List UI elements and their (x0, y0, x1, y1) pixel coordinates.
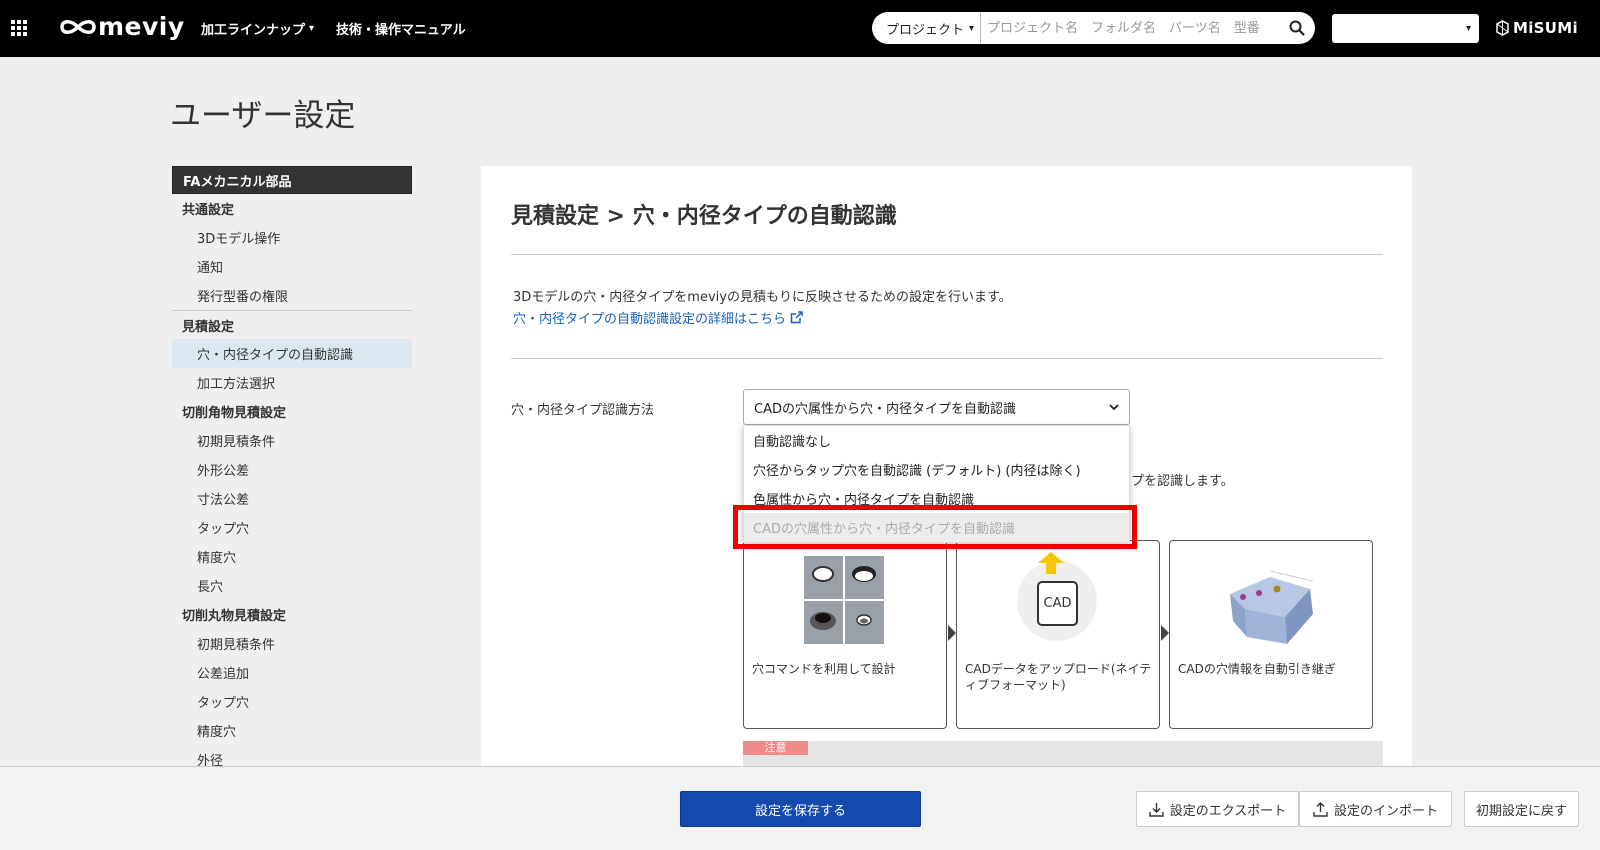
misumi-text: MiSUMi (1513, 19, 1578, 37)
search-scope-label: プロジェクト (886, 22, 965, 38)
footer-bar: 設定を保存する 設定のエクスポート 設定のインポート 初期設定に戻す (0, 766, 1600, 850)
sidebar-item-round-initial-conditions[interactable]: 初期見積条件 (172, 629, 412, 658)
cad-file-icon: CAD (1037, 581, 1078, 626)
export-settings-button[interactable]: 設定のエクスポート (1136, 791, 1299, 827)
recognition-method-select[interactable]: CADの穴属性から穴・内径タイプを自動認識 (743, 389, 1130, 425)
note-section: 注意 (743, 741, 1383, 766)
sidebar-group-round-machining: 切削丸物見積設定 (182, 609, 287, 624)
sidebar-group-square-machining: 切削角物見積設定 (182, 406, 287, 421)
top-bar: meviy 加工ラインナップ ▾ 技術・操作マニュアル プロジェクト ▾ ▾ M… (0, 0, 1600, 57)
search-input[interactable] (981, 12, 1279, 44)
reset-settings-label: 初期設定に戻す (1475, 803, 1567, 819)
details-link-text: 穴・内径タイプの自動認識設定の詳細はこちら (513, 312, 787, 327)
chevron-down-icon: ▾ (968, 22, 974, 34)
recognition-method-dropdown: 自動認識なし 穴径からタップ穴を自動認識 (デフォルト) (内径は除く) 色属性… (743, 425, 1130, 543)
sidebar-item-hole-recognition[interactable]: 穴・内径タイプの自動認識 (172, 339, 412, 368)
sidebar-item-part-number-permission[interactable]: 発行型番の権限 (172, 281, 412, 310)
sidebar-item-outline-tolerance[interactable]: 外形公差 (172, 455, 412, 484)
nav-manual[interactable]: 技術・操作マニュアル (336, 19, 466, 38)
flow-card-text: 穴コマンドを利用して設計 (752, 662, 896, 676)
search-bar: プロジェクト ▾ (872, 12, 1315, 44)
sidebar-group-estimate: 見積設定 (172, 310, 412, 339)
download-icon (1148, 802, 1164, 817)
meviy-logo-icon (60, 19, 96, 34)
misumi-logo-icon (1496, 20, 1509, 36)
flow-card-design: 穴コマンドを利用して設計 (743, 540, 947, 729)
cube-model-image (1230, 570, 1314, 644)
sidebar-item-precision-hole[interactable]: 精度穴 (172, 542, 412, 571)
sidebar-item-process-selection[interactable]: 加工方法選択 (172, 368, 412, 397)
section-title: 見積設定 > 穴・内径タイプの自動認識 (511, 204, 897, 229)
reset-settings-button[interactable]: 初期設定に戻す (1464, 791, 1579, 827)
sidebar-item-round-tapped-hole[interactable]: タップ穴 (172, 687, 412, 716)
search-icon (1289, 20, 1305, 36)
external-link-icon (790, 311, 803, 324)
import-settings-label: 設定のインポート (1333, 803, 1438, 819)
up-arrow-icon (1038, 552, 1064, 574)
account-select[interactable]: ▾ (1332, 14, 1479, 43)
page-title: ユーザー設定 (170, 98, 356, 134)
nav-lineup-label: 加工ラインナップ (201, 23, 306, 38)
flow-arrow-icon (948, 625, 956, 641)
logo-text: meviy (98, 12, 185, 41)
option-cad-hole-attribute[interactable]: CADの穴属性から穴・内径タイプを自動認識 (744, 513, 1129, 542)
divider (511, 254, 1383, 255)
hole-types-image (804, 556, 884, 644)
misumi-logo[interactable]: MiSUMi (1496, 19, 1578, 37)
note-tag: 注意 (743, 741, 808, 755)
nav-lineup[interactable]: 加工ラインナップ ▾ (201, 19, 314, 38)
sidebar-item-round-precision-hole[interactable]: 精度穴 (172, 716, 412, 745)
sidebar-item-3d-model[interactable]: 3Dモデル操作 (172, 223, 412, 252)
sidebar-item-slot-hole[interactable]: 長穴 (172, 571, 412, 600)
nav-manual-label: 技術・操作マニュアル (336, 23, 466, 38)
search-button[interactable] (1279, 12, 1315, 44)
divider (511, 358, 1383, 359)
flow-card-text: CADデータをアップロード(ネイティブフォーマット) (965, 662, 1152, 692)
sidebar-item-tapped-hole[interactable]: タップ穴 (172, 513, 412, 542)
search-scope-select[interactable]: プロジェクト ▾ (872, 12, 981, 44)
export-settings-label: 設定のエクスポート (1169, 803, 1287, 819)
sidebar-group-common: 共通設定 (182, 203, 235, 218)
cad-file-icon-text: CAD (1043, 596, 1072, 611)
sidebar-item-initial-conditions[interactable]: 初期見積条件 (172, 426, 412, 455)
save-settings-button[interactable]: 設定を保存する (680, 791, 921, 827)
flow-card-text: CADの穴情報を自動引き継ぎ (1178, 662, 1336, 676)
option-tap-from-diameter[interactable]: 穴径からタップ穴を自動認識 (デフォルト) (内径は除く) (744, 455, 1129, 484)
import-settings-button[interactable]: 設定のインポート (1299, 791, 1452, 827)
option-color-attribute[interactable]: 色属性から穴・内径タイプを自動認識 (744, 484, 1129, 513)
option-no-recognition[interactable]: 自動認識なし (744, 426, 1129, 455)
meviy-logo[interactable]: meviy (59, 12, 185, 41)
chevron-down-icon: ▾ (1465, 23, 1471, 34)
hint-text: プを認識します。 (1131, 474, 1234, 489)
sidebar-item-dimension-tolerance[interactable]: 寸法公差 (172, 484, 412, 513)
sidebar: FAメカニカル部品 共通設定 3Dモデル操作 通知 発行型番の権限 見積設定 穴… (172, 166, 412, 774)
flow-card-auto-inherit: CADの穴情報を自動引き継ぎ (1169, 540, 1373, 729)
details-link[interactable]: 穴・内径タイプの自動認識設定の詳細はこちら (513, 308, 803, 327)
flow-arrow-icon (1161, 625, 1169, 641)
sidebar-item-notification[interactable]: 通知 (172, 252, 412, 281)
upload-icon (1313, 801, 1328, 817)
chevron-down-icon: ▾ (309, 23, 315, 34)
section-description: 3Dモデルの穴・内径タイプをmeviyの見積もりに反映させるための設定を行います… (513, 290, 1012, 305)
recognition-method-value: CADの穴属性から穴・内径タイプを自動認識 (754, 401, 1016, 417)
main-panel: 見積設定 > 穴・内径タイプの自動認識 3Dモデルの穴・内径タイプをmeviyの… (481, 166, 1412, 766)
recognition-method-label: 穴・内径タイプ認識方法 (511, 403, 655, 418)
sidebar-header: FAメカニカル部品 (172, 166, 412, 194)
chevron-down-icon (1109, 403, 1119, 410)
app-grid-icon[interactable] (11, 20, 29, 36)
sidebar-item-add-tolerance[interactable]: 公差追加 (172, 658, 412, 687)
